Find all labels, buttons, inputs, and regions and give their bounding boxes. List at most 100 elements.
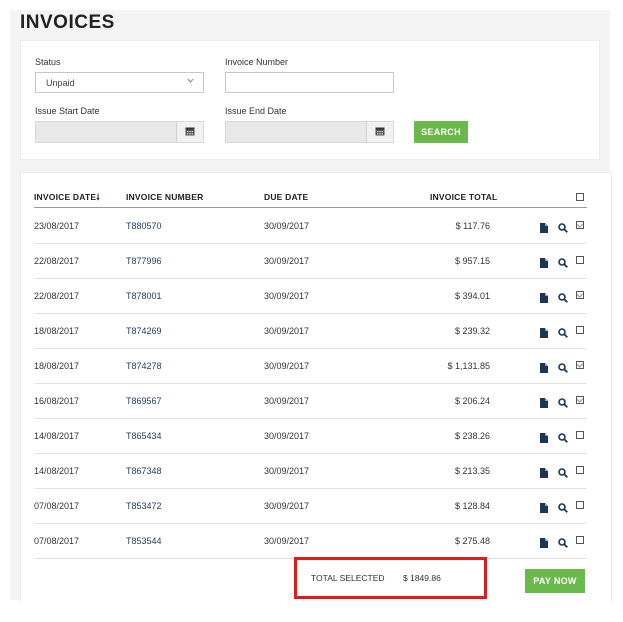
magnifier-icon[interactable] bbox=[558, 325, 568, 343]
due-date: 30/09/2017 bbox=[264, 501, 310, 511]
status-selected-value: Unpaid bbox=[46, 78, 75, 88]
column-header-invoice-total: INVOICE TOTAL bbox=[430, 192, 498, 202]
due-date: 30/09/2017 bbox=[264, 256, 310, 266]
total-selected-box: TOTAL SELECTED $ 1849.86 bbox=[294, 557, 487, 599]
invoice-total: $ 957.15 bbox=[454, 256, 490, 266]
invoice-number-link[interactable]: T877996 bbox=[126, 256, 162, 266]
calendar-icon bbox=[375, 123, 385, 141]
table-row: 07/08/2017 T853472 30/09/2017 $ 128.84 bbox=[34, 488, 587, 524]
magnifier-icon[interactable] bbox=[558, 500, 568, 518]
document-icon[interactable] bbox=[540, 535, 548, 553]
page-title: INVOICES bbox=[20, 12, 115, 33]
calendar-button[interactable] bbox=[366, 122, 393, 142]
invoice-number-link[interactable]: T853544 bbox=[126, 536, 162, 546]
magnifier-icon[interactable] bbox=[558, 395, 568, 413]
magnifier-icon[interactable] bbox=[558, 220, 568, 238]
table-row: 18/08/2017 T874269 30/09/2017 $ 239.32 bbox=[34, 313, 587, 349]
invoice-number-link[interactable]: T874269 bbox=[126, 326, 162, 336]
table-row: 16/08/2017 T869567 30/09/2017 $ 206.24 bbox=[34, 383, 587, 419]
column-header-invoice-date[interactable]: INVOICE DATE🠗 bbox=[34, 192, 100, 206]
total-selected-label: TOTAL SELECTED bbox=[311, 573, 385, 583]
due-date: 30/09/2017 bbox=[264, 326, 310, 336]
magnifier-icon[interactable] bbox=[558, 360, 568, 378]
document-icon[interactable] bbox=[540, 500, 548, 518]
document-icon[interactable] bbox=[540, 360, 548, 378]
column-header-invoice-number: INVOICE NUMBER bbox=[126, 192, 204, 202]
invoice-number-link[interactable]: T880570 bbox=[126, 221, 162, 231]
magnifier-icon[interactable] bbox=[558, 465, 568, 483]
pay-now-button[interactable]: PAY NOW bbox=[525, 569, 585, 593]
invoice-total: $ 238.26 bbox=[454, 431, 490, 441]
invoice-total: $ 275.48 bbox=[454, 536, 490, 546]
row-checkbox[interactable] bbox=[576, 291, 584, 299]
status-label: Status bbox=[35, 57, 61, 67]
invoice-number-link[interactable]: T853472 bbox=[126, 501, 162, 511]
document-icon[interactable] bbox=[540, 255, 548, 273]
invoice-date: 18/08/2017 bbox=[34, 361, 80, 371]
invoice-date: 07/08/2017 bbox=[34, 501, 80, 511]
magnifier-icon[interactable] bbox=[558, 430, 568, 448]
calendar-button[interactable] bbox=[176, 122, 203, 142]
due-date: 30/09/2017 bbox=[264, 221, 310, 231]
document-icon[interactable] bbox=[540, 465, 548, 483]
document-icon[interactable] bbox=[540, 395, 548, 413]
due-date: 30/09/2017 bbox=[264, 466, 310, 476]
invoice-number-link[interactable]: T867348 bbox=[126, 466, 162, 476]
row-checkbox[interactable] bbox=[576, 501, 584, 509]
filter-panel: Status Unpaid Invoice Number Issue Start… bbox=[20, 40, 600, 160]
invoice-date: 22/08/2017 bbox=[34, 291, 80, 301]
due-date: 30/09/2017 bbox=[264, 291, 310, 301]
invoice-total: $ 206.24 bbox=[454, 396, 490, 406]
row-checkbox[interactable] bbox=[576, 466, 584, 474]
invoice-date: 18/08/2017 bbox=[34, 326, 80, 336]
table-row: 07/08/2017 T853544 30/09/2017 $ 275.48 bbox=[34, 523, 587, 559]
document-icon[interactable] bbox=[540, 290, 548, 308]
column-header-due-date: DUE DATE bbox=[264, 192, 309, 202]
row-checkbox[interactable] bbox=[576, 431, 584, 439]
row-checkbox[interactable] bbox=[576, 256, 584, 264]
document-icon[interactable] bbox=[540, 220, 548, 238]
invoice-total: $ 239.32 bbox=[454, 326, 490, 336]
table-row: 22/08/2017 T878001 30/09/2017 $ 394.01 bbox=[34, 278, 587, 314]
invoice-table: INVOICE DATE🠗 INVOICE NUMBER DUE DATE IN… bbox=[20, 172, 612, 601]
sort-arrow-icon: 🠗 bbox=[96, 192, 101, 202]
row-checkbox[interactable] bbox=[576, 361, 584, 369]
document-icon[interactable] bbox=[540, 430, 548, 448]
total-selected-value: $ 1849.86 bbox=[403, 573, 441, 583]
invoice-total: $ 117.76 bbox=[455, 221, 490, 231]
invoice-total: $ 128.84 bbox=[454, 501, 490, 511]
magnifier-icon[interactable] bbox=[558, 255, 568, 273]
due-date: 30/09/2017 bbox=[264, 361, 310, 371]
search-button[interactable]: SEARCH bbox=[414, 121, 468, 143]
select-all-checkbox[interactable] bbox=[576, 193, 584, 201]
issue-start-date-input[interactable] bbox=[35, 121, 204, 143]
issue-start-date-label: Issue Start Date bbox=[35, 106, 100, 116]
invoice-date: 23/08/2017 bbox=[34, 221, 80, 231]
invoice-total: $ 1,131.85 bbox=[447, 361, 490, 371]
due-date: 30/09/2017 bbox=[264, 431, 310, 441]
table-row: 23/08/2017 T880570 30/09/2017 $ 117.76 bbox=[34, 208, 587, 244]
invoice-number-link[interactable]: T874278 bbox=[126, 361, 162, 371]
chevron-down-icon bbox=[186, 76, 195, 88]
invoice-total: $ 394.01 bbox=[454, 291, 490, 301]
invoice-number-label: Invoice Number bbox=[225, 57, 289, 67]
due-date: 30/09/2017 bbox=[264, 396, 310, 406]
magnifier-icon[interactable] bbox=[558, 290, 568, 308]
magnifier-icon[interactable] bbox=[558, 535, 568, 553]
status-select[interactable]: Unpaid bbox=[35, 72, 204, 93]
invoice-date: 22/08/2017 bbox=[34, 256, 80, 266]
invoice-number-link[interactable]: T865434 bbox=[126, 431, 162, 441]
invoice-date: 14/08/2017 bbox=[34, 466, 80, 476]
invoice-number-input[interactable] bbox=[225, 72, 394, 93]
document-icon[interactable] bbox=[540, 325, 548, 343]
row-checkbox[interactable] bbox=[576, 396, 584, 404]
invoice-number-link[interactable]: T869567 bbox=[126, 396, 162, 406]
due-date: 30/09/2017 bbox=[264, 536, 310, 546]
table-row: 22/08/2017 T877996 30/09/2017 $ 957.15 bbox=[34, 243, 587, 279]
row-checkbox[interactable] bbox=[576, 536, 584, 544]
row-checkbox[interactable] bbox=[576, 221, 584, 229]
issue-end-date-input[interactable] bbox=[225, 121, 394, 143]
table-row: 14/08/2017 T867348 30/09/2017 $ 213.35 bbox=[34, 453, 587, 489]
invoice-number-link[interactable]: T878001 bbox=[126, 291, 162, 301]
row-checkbox[interactable] bbox=[576, 326, 584, 334]
